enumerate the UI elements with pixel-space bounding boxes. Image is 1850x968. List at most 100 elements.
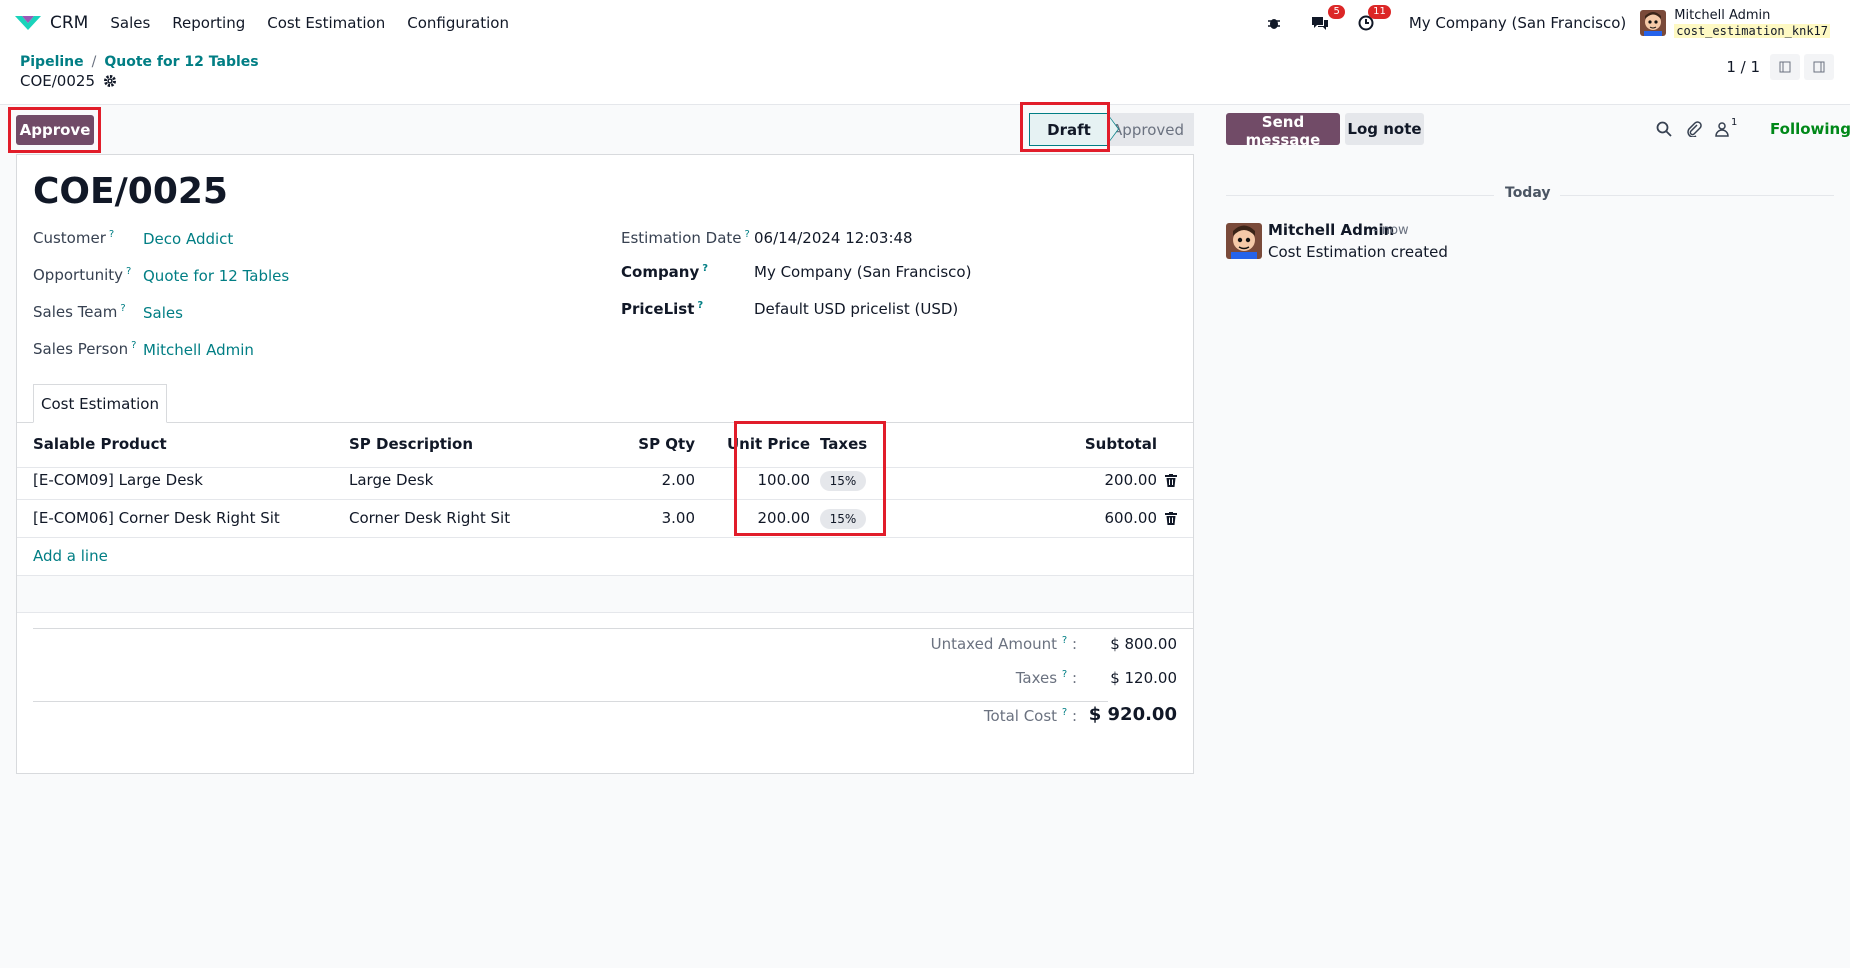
empty-row: [17, 575, 1193, 613]
company-field[interactable]: My Company (San Francisco): [754, 263, 971, 281]
pricelist-label: PriceList?: [621, 300, 703, 318]
sales-team-label-text: Sales Team: [33, 303, 118, 321]
customer-field[interactable]: Deco Addict: [143, 230, 233, 248]
menu-configuration[interactable]: Configuration: [407, 14, 509, 32]
column-taxes[interactable]: Taxes: [820, 435, 867, 453]
estimation-date-field[interactable]: 06/14/2024 12:03:48: [754, 229, 913, 247]
company-label: Company?: [621, 263, 708, 281]
menu-reporting[interactable]: Reporting: [172, 14, 245, 32]
help-icon[interactable]: ?: [702, 263, 708, 274]
sales-person-label-text: Sales Person: [33, 340, 129, 358]
form-sheet: COE/0025 Customer? Deco Addict Opportuni…: [16, 154, 1194, 774]
bug-icon[interactable]: [1263, 12, 1285, 34]
trash-icon[interactable]: [1165, 512, 1177, 525]
help-icon[interactable]: ?: [697, 300, 703, 311]
user-name: Mitchell Admin: [1674, 7, 1771, 23]
opportunity-label: Opportunity?: [33, 266, 131, 284]
activities-clock-icon[interactable]: 11: [1355, 5, 1391, 34]
status-arrow-fill: [1107, 114, 1118, 144]
customer-label: Customer?: [33, 229, 114, 247]
search-icon[interactable]: [1656, 121, 1672, 137]
crm-logo-icon[interactable]: [14, 13, 42, 33]
sales-person-field[interactable]: Mitchell Admin: [143, 341, 254, 359]
totals-divider: [33, 628, 1193, 629]
column-salable-product[interactable]: Salable Product: [33, 435, 167, 453]
line-unit-price[interactable]: 200.00: [717, 509, 811, 527]
column-sp-qty[interactable]: SP Qty: [597, 435, 695, 453]
customer-label-text: Customer: [33, 229, 106, 247]
pricelist-field[interactable]: Default USD pricelist (USD): [754, 300, 958, 318]
chevron-left-icon: [1779, 61, 1791, 73]
line-qty[interactable]: 3.00: [597, 509, 695, 527]
paperclip-icon[interactable]: [1686, 121, 1702, 137]
user-avatar[interactable]: [1640, 10, 1667, 36]
estimation-date-label: Estimation Date?: [621, 229, 750, 247]
taxes-label: Taxes ? :: [777, 669, 1077, 687]
taxes-label-text: Taxes: [1015, 669, 1058, 687]
pager-previous-button[interactable]: [1770, 54, 1800, 80]
sales-team-field[interactable]: Sales: [143, 304, 183, 322]
line-unit-price[interactable]: 100.00: [717, 471, 811, 489]
column-sp-description[interactable]: SP Description: [349, 435, 473, 453]
total-cost-label: Total Cost ? :: [777, 707, 1077, 725]
date-separator: Today: [1505, 185, 1551, 201]
untaxed-amount-label: Untaxed Amount ? :: [777, 635, 1077, 653]
help-icon[interactable]: ?: [120, 303, 125, 314]
chevron-right-icon: [1813, 61, 1825, 73]
approve-button[interactable]: Approve: [16, 115, 94, 145]
pricelist-label-text: PriceList: [621, 300, 695, 318]
line-subtotal: 600.00: [1104, 509, 1158, 527]
gear-icon[interactable]: [103, 74, 117, 88]
database-name: cost_estimation_knk17: [1674, 23, 1830, 38]
navbar-systray: 5 11 My Company (San Francisco) Mitchell…: [1263, 0, 1850, 46]
add-line-link[interactable]: Add a line: [33, 547, 108, 565]
opportunity-label-text: Opportunity: [33, 266, 124, 284]
message-author-avatar[interactable]: [1226, 223, 1262, 259]
help-icon[interactable]: ?: [131, 340, 136, 351]
following-button[interactable]: Following: [1770, 120, 1850, 138]
line-qty[interactable]: 2.00: [597, 471, 695, 489]
line-subtotal: 200.00: [1104, 471, 1158, 489]
status-approved[interactable]: Approved: [1108, 113, 1194, 146]
help-icon[interactable]: ?: [1062, 635, 1067, 646]
opportunity-field[interactable]: Quote for 12 Tables: [143, 267, 289, 285]
line-product[interactable]: [E-COM06] Corner Desk Right Sit: [33, 509, 280, 527]
line-description[interactable]: Large Desk: [349, 471, 433, 489]
untaxed-amount-value: $ 800.00: [1110, 635, 1177, 653]
total-divider: [33, 701, 1108, 702]
company-switcher[interactable]: My Company (San Francisco): [1409, 14, 1626, 32]
followers-user-icon[interactable]: [1714, 121, 1730, 137]
log-note-button[interactable]: Log note: [1345, 113, 1424, 145]
sales-team-label: Sales Team?: [33, 303, 126, 321]
trash-icon[interactable]: [1165, 474, 1177, 487]
sales-person-label: Sales Person?: [33, 340, 136, 358]
row-divider: [17, 537, 1193, 538]
messages-icon[interactable]: 5: [1309, 5, 1345, 34]
line-tax-badge[interactable]: 15%: [820, 509, 866, 529]
pager-next-button[interactable]: [1804, 54, 1834, 80]
help-icon[interactable]: ?: [745, 229, 750, 240]
total-cost-label-text: Total Cost: [983, 707, 1058, 725]
help-icon[interactable]: ?: [126, 266, 131, 277]
column-unit-price[interactable]: Unit Price: [717, 435, 810, 453]
user-menu[interactable]: Mitchell Admin cost_estimation_knk17: [1674, 7, 1830, 38]
menu-cost-estimation[interactable]: Cost Estimation: [267, 14, 385, 32]
status-draft[interactable]: Draft: [1029, 113, 1108, 146]
breadcrumb-pipeline[interactable]: Pipeline: [20, 54, 84, 70]
breadcrumb-separator: /: [91, 54, 97, 70]
line-product[interactable]: [E-COM09] Large Desk: [33, 471, 203, 489]
app-name[interactable]: CRM: [50, 13, 88, 33]
help-icon[interactable]: ?: [109, 229, 114, 240]
send-message-button[interactable]: Send message: [1226, 113, 1340, 149]
pager-value[interactable]: 1 / 1: [1726, 58, 1760, 76]
menu-sales[interactable]: Sales: [110, 14, 150, 32]
date-separator-line: [1560, 195, 1834, 196]
tab-divider: [17, 422, 1193, 423]
line-tax-badge[interactable]: 15%: [820, 471, 866, 491]
help-icon[interactable]: ?: [1062, 669, 1067, 680]
column-subtotal[interactable]: Subtotal: [1017, 435, 1157, 453]
message-body: Cost Estimation created: [1268, 243, 1448, 261]
breadcrumb-opportunity[interactable]: Quote for 12 Tables: [104, 54, 258, 70]
tab-cost-estimation[interactable]: Cost Estimation: [33, 384, 167, 423]
line-description[interactable]: Corner Desk Right Sit: [349, 509, 510, 527]
